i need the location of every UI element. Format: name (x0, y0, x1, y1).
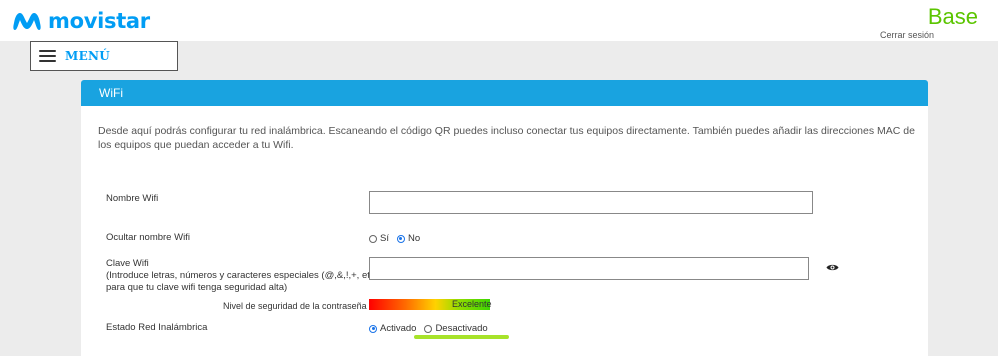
intro-text: Desde aquí podrás configurar tu red inal… (98, 125, 915, 151)
menu-label: MENÚ (65, 49, 111, 63)
eye-icon[interactable] (826, 263, 839, 272)
panel-header: WiFi (81, 80, 928, 106)
hide-name-no-radio[interactable]: No (396, 233, 421, 244)
wireless-off-radio[interactable]: Desactivado (424, 323, 488, 334)
password-label-title: Clave Wifi (106, 258, 149, 269)
movistar-logo[interactable]: movistar (12, 8, 150, 34)
menu-button[interactable]: MENÚ (30, 41, 178, 71)
wireless-on-label: Activado (380, 323, 417, 334)
hide-name-yes-label: Sí (380, 233, 389, 244)
password-input[interactable] (369, 257, 809, 280)
hide-name-no-label: No (407, 233, 421, 244)
password-strength-label: Nivel de seguridad de la contraseña (223, 301, 367, 311)
wifi-settings-panel: Desde aquí podrás configurar tu red inal… (81, 106, 928, 356)
wireless-state-label: Estado Red Inalámbrica (106, 322, 208, 333)
brand-name: movistar (48, 9, 150, 33)
radio-unchecked-icon (369, 234, 377, 243)
hide-name-label: Ocultar nombre Wifi (106, 232, 190, 243)
highlight-underline (414, 335, 509, 339)
radio-unchecked-icon (424, 324, 433, 333)
hide-name-yes-radio[interactable]: Sí (369, 233, 389, 244)
password-label: Clave Wifi (Introduce letras, números y … (106, 258, 378, 294)
top-bar: movistar Base Cerrar sesión (0, 0, 998, 41)
movistar-m-icon (13, 13, 41, 30)
wireless-on-radio[interactable]: Activado (369, 323, 416, 334)
password-label-hint-1: (Introduce letras, números y caracteres … (106, 270, 378, 281)
product-name: Base (927, 4, 978, 29)
wireless-off-label: Desactivado (435, 323, 488, 334)
logout-link[interactable]: Cerrar sesión (880, 30, 934, 40)
hide-name-radio-group: Sí No (369, 233, 428, 244)
panel-title: WiFi (99, 86, 123, 100)
password-label-hint-2: para que tu clave wifi tenga seguridad a… (106, 282, 288, 293)
wifi-name-input[interactable] (369, 191, 813, 214)
password-strength-value: Excelente (452, 299, 492, 309)
wifi-name-label: Nombre Wifi (106, 193, 159, 204)
hamburger-icon (39, 47, 56, 65)
radio-checked-icon (369, 324, 377, 333)
radio-checked-icon (396, 234, 405, 243)
wireless-state-radio-group: Activado Desactivado (369, 323, 496, 334)
